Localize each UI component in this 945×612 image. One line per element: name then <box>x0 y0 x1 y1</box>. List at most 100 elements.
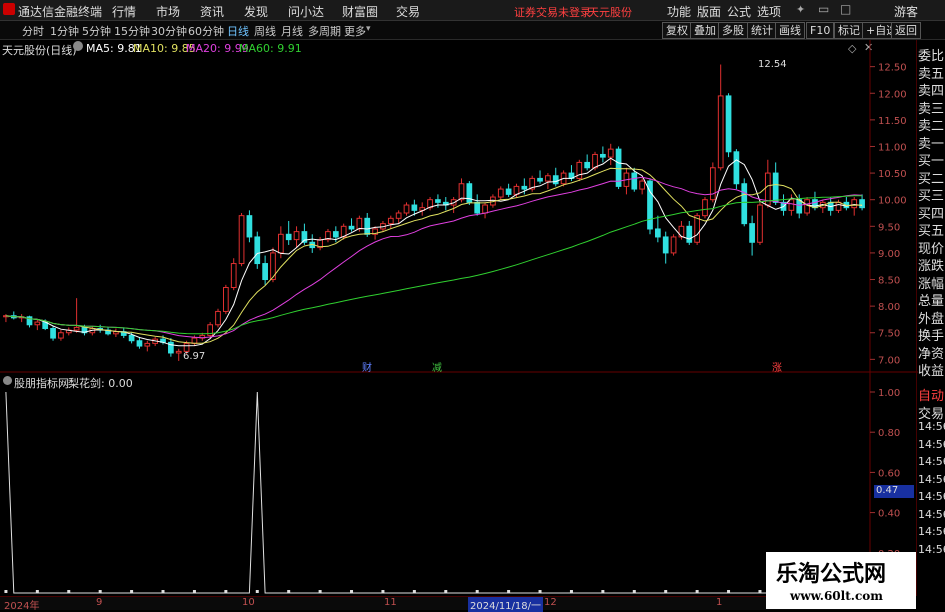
pin-icon[interactable]: ✦ <box>796 3 805 16</box>
overlay-button[interactable]: 叠加 <box>690 22 720 39</box>
candle-body <box>686 225 693 243</box>
menu-trade[interactable]: 交易 <box>396 3 420 20</box>
guest-label[interactable]: 游客 <box>894 3 918 20</box>
app-title: 通达信金融终端 <box>18 5 103 19</box>
indicator-line <box>5 391 870 594</box>
candle-body <box>600 153 606 158</box>
menu-layout[interactable]: 版面 <box>697 3 721 20</box>
mark-button[interactable]: 标记 <box>834 22 864 39</box>
minimize-icon[interactable]: ▭ <box>818 2 829 16</box>
menu-discover[interactable]: 发现 <box>244 3 268 20</box>
tab-30min[interactable]: 30分钟 <box>151 23 187 39</box>
trade-panel-item: 14:56 <box>918 490 945 503</box>
menu-news[interactable]: 资讯 <box>200 3 224 20</box>
tab-daily[interactable]: 日线 <box>227 23 249 39</box>
ma60-line <box>5 195 863 335</box>
trade-panel-item: 交易 <box>918 406 945 422</box>
quote-panel-item: 现价 <box>918 241 945 257</box>
candle-body <box>277 233 284 254</box>
menu-wealth[interactable]: 财富圈 <box>342 3 378 20</box>
quote-panel-item: 涨跌 <box>918 259 945 274</box>
top-menu-bar: 通达信金融终端 行情 市场 资讯 发现 问小达 财富圈 交易 证券交易未登录 天… <box>0 0 945 21</box>
candle-body <box>639 180 646 190</box>
menu-formula[interactable]: 公式 <box>727 3 751 20</box>
more-chevron-icon[interactable]: ▾ <box>366 24 371 34</box>
event-jian-marker[interactable]: 减 <box>432 359 442 374</box>
watermark-title: 乐淘公式网 <box>776 561 887 587</box>
tab-monthly[interactable]: 月线 <box>281 23 303 39</box>
candle-body <box>364 217 371 235</box>
login-notice[interactable]: 证券交易未登录 <box>514 4 591 20</box>
price-tick-label: 8.00 <box>878 302 900 313</box>
tab-1min[interactable]: 1分钟 <box>50 23 79 39</box>
draw-line-button[interactable]: 画线 <box>775 22 805 39</box>
candle-body <box>851 199 858 209</box>
indicator-title: 股朋指标网 <box>14 377 69 390</box>
indicator-tick-label: 1.00 <box>878 388 900 399</box>
tab-15min[interactable]: 15分钟 <box>114 23 150 39</box>
event-cai-marker[interactable]: 财 <box>362 359 372 374</box>
indicator-dot <box>224 590 228 593</box>
time-label-dec: 12 <box>544 597 557 608</box>
statistics-button[interactable]: 统计 <box>747 22 777 39</box>
app-logo-icon <box>3 3 15 15</box>
indicator-settings-icon[interactable] <box>3 376 12 385</box>
menu-ask[interactable]: 问小达 <box>288 3 324 20</box>
tab-5min[interactable]: 5分钟 <box>82 23 111 39</box>
candle-body <box>348 225 355 230</box>
candle-body <box>584 161 591 169</box>
tab-weekly[interactable]: 周线 <box>254 23 276 39</box>
quote-panel-item: 卖四 <box>918 84 945 99</box>
indicator-dot <box>664 590 668 593</box>
high-price-annotation: 12.54 <box>758 59 787 70</box>
candle-body <box>607 148 614 158</box>
tab-more[interactable]: 更多 <box>344 23 366 39</box>
candle-body <box>285 233 292 241</box>
quote-panel-item: 涨幅 <box>918 276 945 292</box>
indicator-dot <box>632 590 636 593</box>
candle-body <box>230 263 237 289</box>
candle-body <box>395 212 402 219</box>
tab-multi-period[interactable]: 多周期 <box>308 23 341 39</box>
trade-panel-item: 14:56 <box>918 437 945 451</box>
menu-market[interactable]: 市场 <box>156 3 180 20</box>
time-label-jan: 1 <box>716 597 723 608</box>
watermark: 乐淘公式网 www.60lt.com <box>766 552 916 609</box>
indicator-dot <box>67 590 71 593</box>
low-price-annotation: 6.97 <box>183 351 206 362</box>
quote-panel-item: 卖二 <box>918 119 945 134</box>
quote-panel-item: 买一 <box>918 154 945 169</box>
candle-body <box>128 334 135 342</box>
adjust-button[interactable]: 复权 <box>662 22 692 39</box>
candle-body <box>482 204 488 214</box>
back-button[interactable]: 返回 <box>891 22 921 39</box>
tab-60min[interactable]: 60分钟 <box>188 23 224 39</box>
indicator-dot <box>507 590 511 593</box>
candle-body <box>788 199 795 211</box>
multi-stock-button[interactable]: 多股 <box>718 22 748 39</box>
price-tick-label: 7.50 <box>878 329 900 340</box>
maximize-icon[interactable]: □ <box>840 2 851 16</box>
price-tick-label: 9.50 <box>878 222 900 233</box>
quote-panel-item: 委比 <box>918 49 945 64</box>
candle-body <box>191 337 198 344</box>
indicator-dot <box>412 590 416 593</box>
menu-options[interactable]: 选项 <box>757 3 781 20</box>
candle-body <box>497 188 504 198</box>
indicator-tick-label: 0.60 <box>878 468 900 479</box>
candle-body <box>545 175 551 182</box>
candle-body <box>411 204 418 211</box>
candle-body <box>741 183 748 225</box>
menu-functions[interactable]: 功能 <box>667 3 691 20</box>
candle-body <box>513 185 520 195</box>
candle-body <box>859 199 865 209</box>
quote-panel-item: 买五 <box>918 224 945 239</box>
trade-panel-item: 14:56 <box>918 420 945 433</box>
event-zhang-marker[interactable]: 涨 <box>772 359 782 374</box>
menu-quotes[interactable]: 行情 <box>112 3 136 20</box>
price-chart[interactable]: 12.50 12.00 11.50 11.00 10.50 10.00 9.50 9.00 8.… <box>0 40 918 596</box>
tab-intraday[interactable]: 分时 <box>22 23 44 39</box>
f10-button[interactable]: F10 <box>806 22 835 39</box>
price-tick-label: 9.00 <box>878 249 900 260</box>
candle-body <box>725 95 732 153</box>
